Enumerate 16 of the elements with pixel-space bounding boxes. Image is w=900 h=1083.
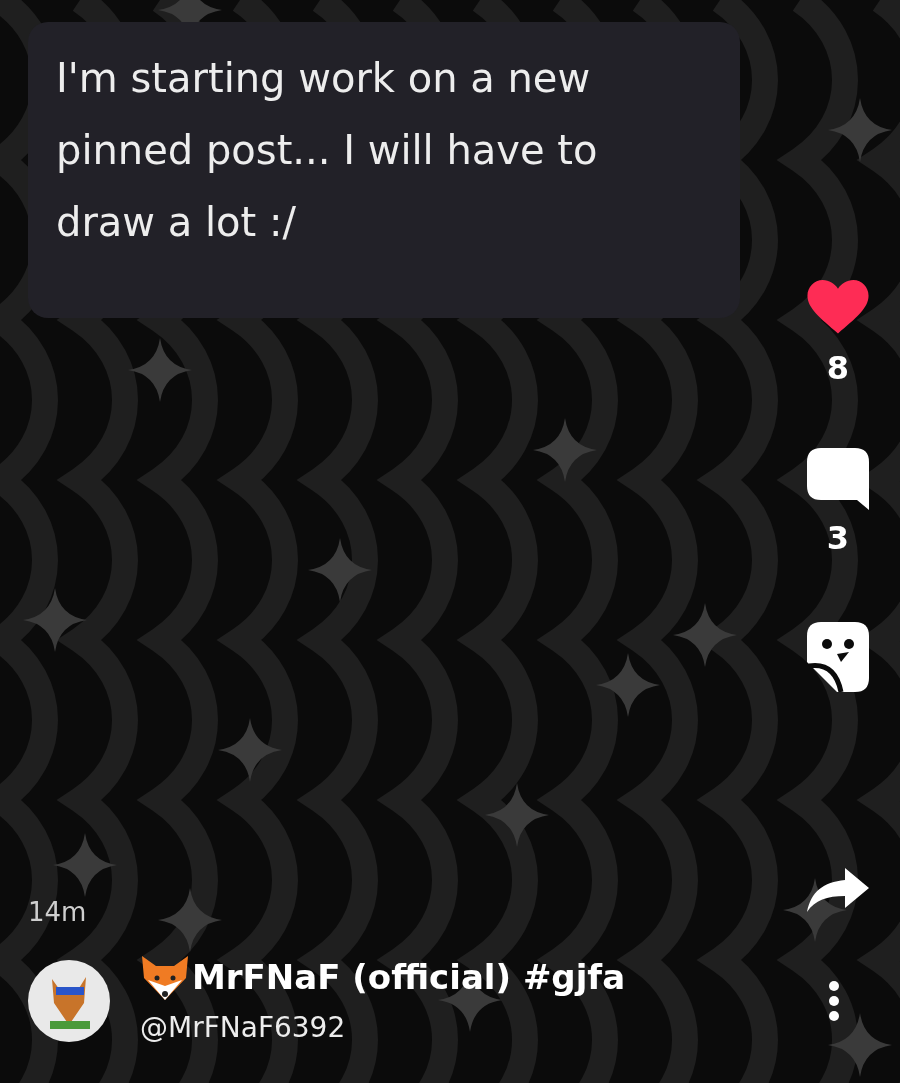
share-arrow-icon <box>807 868 869 912</box>
fox-face-icon <box>140 955 190 1000</box>
like-count: 8 <box>826 348 850 389</box>
share-button[interactable] <box>807 868 869 912</box>
vertical-dots-icon <box>828 979 840 1022</box>
heart-icon <box>807 280 869 336</box>
speech-bubble-icon <box>807 448 869 510</box>
author-name[interactable]: MrFNaF (official) #gjfa <box>192 952 626 1003</box>
post-time: 14m <box>28 896 87 929</box>
post-text: I'm starting work on a new pinned post... I will have to draw a lot :/ <box>56 54 599 247</box>
comment-button[interactable]: 3 <box>807 448 869 562</box>
sticker-face-icon <box>807 622 869 692</box>
author-handle[interactable]: @MrFNaF6392 <box>140 1007 346 1049</box>
sticker-button[interactable] <box>807 622 869 692</box>
like-button[interactable]: 8 <box>807 280 869 392</box>
comment-count: 3 <box>826 518 850 559</box>
